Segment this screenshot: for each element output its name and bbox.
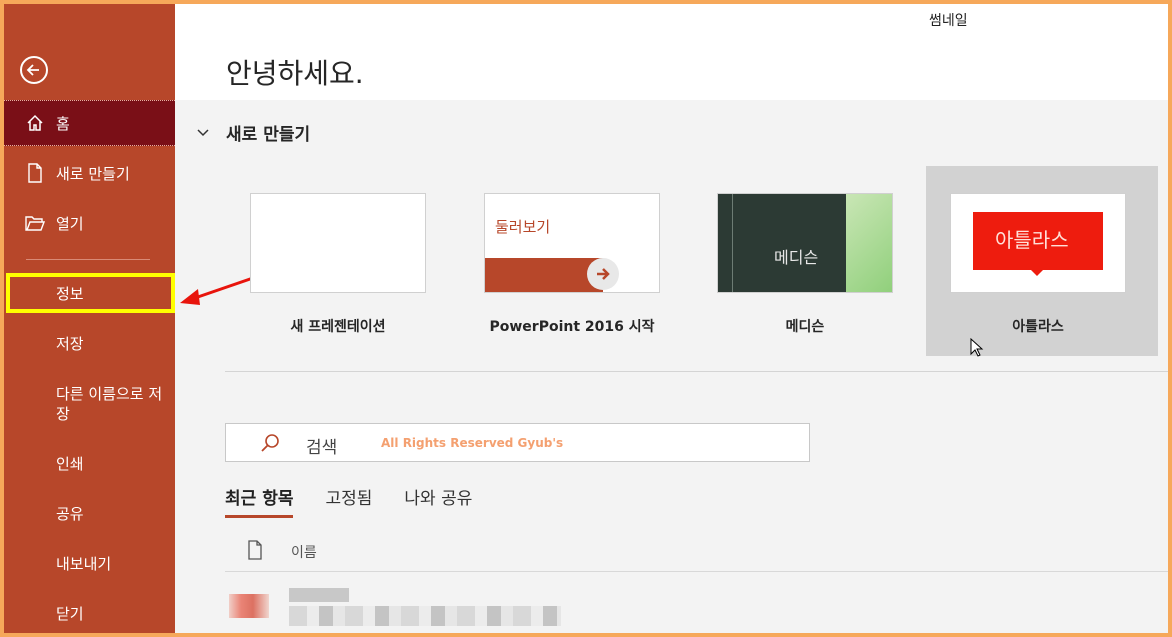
template-label: 아틀라스 bbox=[1012, 319, 1064, 335]
sidebar-item-home[interactable]: 홈 bbox=[4, 100, 175, 146]
sidebar-item-export[interactable]: 내보내기 bbox=[56, 554, 111, 574]
template-atlas[interactable]: 아틀라스 아틀라스 bbox=[926, 166, 1158, 357]
sidebar-item-close[interactable]: 닫기 bbox=[56, 604, 84, 624]
sidebar-item-new[interactable]: 새로 만들기 bbox=[4, 150, 175, 196]
pixelated-file-name bbox=[289, 588, 349, 602]
atlas-title-text: 아틀라스 bbox=[995, 228, 1069, 252]
template-label: PowerPoint 2016 시작 bbox=[489, 319, 655, 335]
recent-file-row[interactable] bbox=[225, 584, 1168, 633]
new-section-header[interactable]: 새로 만들기 bbox=[196, 120, 310, 145]
backstage-sidebar: 홈 새로 만들기 열기 정보 저장 다른 이름으로 저장 인쇄 공유 내보내기 … bbox=[4, 4, 175, 633]
thumbnail-view-label[interactable]: 썸네일 bbox=[929, 10, 968, 30]
tab-shared[interactable]: 나와 공유 bbox=[404, 482, 472, 518]
search-placeholder: 검색 bbox=[306, 438, 338, 458]
section-title: 새로 만들기 bbox=[226, 125, 311, 145]
sidebar-separator bbox=[26, 259, 150, 260]
tour-banner bbox=[485, 258, 603, 292]
template-thumbnail: 메디슨 bbox=[717, 193, 893, 293]
column-name-header[interactable]: 이름 bbox=[291, 542, 317, 562]
template-label: 새 프레젠테이션 bbox=[290, 319, 386, 335]
page-title: 안녕하세요. bbox=[226, 57, 364, 90]
search-icon bbox=[260, 433, 280, 457]
back-arrow-icon bbox=[26, 64, 39, 76]
chevron-down-icon bbox=[196, 123, 214, 143]
pixelated-file-path bbox=[289, 606, 561, 626]
document-tabs: 최근 항목 고정됨 나와 공유 bbox=[225, 482, 504, 518]
watermark-text: All Rights Reserved Gyub's bbox=[381, 436, 564, 450]
search-input[interactable]: 검색 All Rights Reserved Gyub's bbox=[225, 423, 810, 462]
sidebar-item-label: 새로 만들기 bbox=[56, 164, 130, 183]
mouse-cursor-icon bbox=[970, 338, 984, 357]
template-thumbnail bbox=[250, 193, 426, 293]
back-button[interactable] bbox=[20, 56, 48, 84]
template-thumbnail: 아틀라스 bbox=[950, 193, 1126, 293]
madison-title-text: 메디슨 bbox=[774, 248, 819, 267]
madison-green-panel bbox=[846, 194, 892, 292]
app-frame: 홈 새로 만들기 열기 정보 저장 다른 이름으로 저장 인쇄 공유 내보내기 … bbox=[4, 4, 1168, 633]
info-highlight-box bbox=[6, 273, 175, 313]
new-file-icon bbox=[24, 163, 46, 183]
template-madison[interactable]: 메디슨 메디슨 bbox=[693, 166, 925, 356]
tour-title-text: 둘러보기 bbox=[495, 218, 551, 236]
madison-accent-line bbox=[732, 194, 733, 292]
file-type-icon bbox=[247, 540, 263, 564]
template-thumbnail: 둘러보기 bbox=[484, 193, 660, 293]
sidebar-item-print[interactable]: 인쇄 bbox=[56, 454, 84, 474]
file-list-header: 이름 bbox=[225, 538, 1168, 572]
template-tour[interactable]: 둘러보기 PowerPoint 2016 시작 bbox=[460, 166, 692, 356]
arrow-right-icon bbox=[587, 258, 619, 290]
sidebar-item-open[interactable]: 열기 bbox=[4, 200, 175, 246]
sidebar-item-share[interactable]: 공유 bbox=[56, 504, 84, 524]
sidebar-item-label: 홈 bbox=[56, 114, 70, 133]
atlas-pointer bbox=[1031, 270, 1043, 276]
template-blank[interactable]: 새 프레젠테이션 bbox=[226, 166, 458, 356]
template-label: 메디슨 bbox=[785, 319, 825, 335]
pixelated-file-icon bbox=[229, 594, 269, 618]
tab-recent[interactable]: 최근 항목 bbox=[225, 482, 294, 518]
main-header: 안녕하세요. 썸네일 bbox=[175, 4, 1168, 100]
sidebar-item-save[interactable]: 저장 bbox=[56, 334, 84, 354]
section-divider bbox=[225, 371, 1168, 372]
open-folder-icon bbox=[24, 214, 46, 232]
sidebar-item-label: 열기 bbox=[56, 214, 84, 233]
sidebar-item-save-as[interactable]: 다른 이름으로 저장 bbox=[56, 384, 166, 424]
tab-pinned[interactable]: 고정됨 bbox=[325, 482, 372, 518]
home-icon bbox=[24, 113, 46, 133]
